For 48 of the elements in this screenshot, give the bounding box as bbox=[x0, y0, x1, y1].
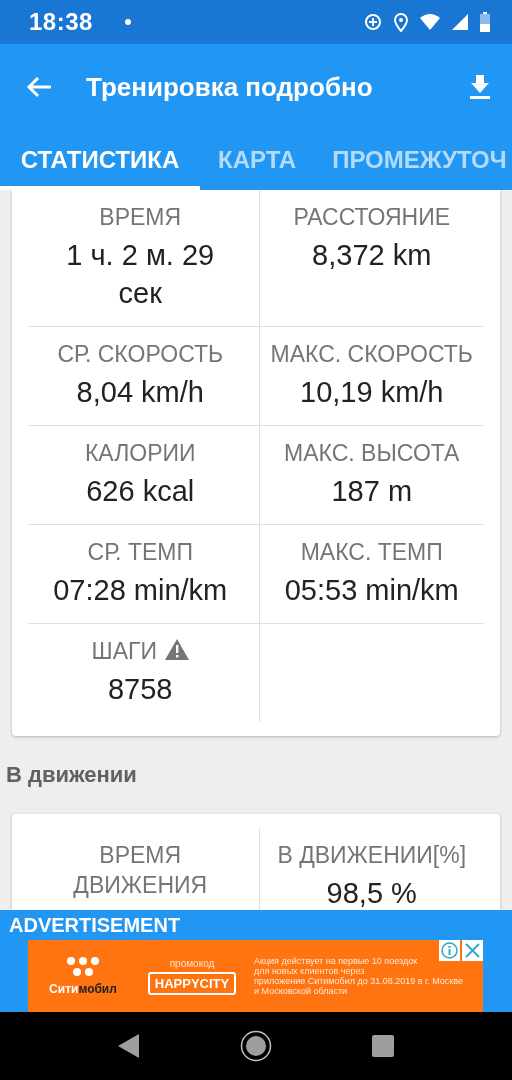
stat-label: МАКС. СКОРОСТЬ bbox=[270, 341, 473, 367]
stat-value: 626 kcal bbox=[85, 474, 196, 509]
ad-text-line: Акция действует на первые 10 поездок bbox=[254, 956, 419, 966]
back-nav-button[interactable] bbox=[118, 1034, 140, 1058]
stat-value: 8758 bbox=[107, 672, 174, 707]
stat-label: ВРЕМЯ ДВИЖЕНИЯ bbox=[73, 842, 208, 898]
stat-label: МАКС. ТЕМП bbox=[300, 539, 443, 565]
brand-logo-text: Ситимобил bbox=[49, 982, 117, 996]
back-button[interactable] bbox=[26, 76, 52, 98]
stat-label: РАССТОЯНИЕ bbox=[293, 204, 451, 230]
signal-icon bbox=[452, 14, 468, 30]
stat-label: КАЛОРИИ bbox=[84, 440, 196, 466]
info-icon[interactable] bbox=[439, 940, 460, 961]
ad-text-line: для новых клиентов через bbox=[254, 966, 366, 976]
ad-banner[interactable]: Ситимобил промокод HAPPYCITY Акция действует на первые 10 поездок для новых клиентов через приложение Ситимобил до 31.08.2019 в г. Москве и Московской области bbox=[28, 940, 483, 1012]
stat-label: СР. СКОРОСТЬ bbox=[57, 341, 224, 367]
stat-label: ШАГИ bbox=[91, 638, 157, 664]
promo-code: HAPPYCITY bbox=[147, 971, 237, 995]
dot-icon bbox=[124, 19, 131, 25]
stat-label: СР. ТЕМП bbox=[87, 539, 193, 565]
stat-label: В ДВИЖЕНИИ[%] bbox=[277, 842, 467, 868]
home-button[interactable] bbox=[240, 1030, 272, 1062]
stat-value: 8,372 km bbox=[311, 238, 433, 273]
wifi-icon bbox=[420, 14, 440, 30]
tab[interactable]: КАРТА bbox=[200, 130, 315, 190]
stat-value: 1 ч. 2 м. 29 сек bbox=[65, 238, 216, 311]
stat-value: 98,5 % bbox=[325, 876, 418, 910]
download-button[interactable] bbox=[470, 75, 490, 99]
stat-value: 05:53 min/km bbox=[283, 573, 460, 608]
close-icon[interactable] bbox=[462, 940, 483, 961]
section-heading: В движении bbox=[6, 761, 138, 789]
stat-value: 187 m bbox=[330, 474, 414, 509]
stat-label: МАКС. ВЫСОТА bbox=[284, 440, 460, 466]
stat-value: 07:28 min/km bbox=[52, 573, 229, 608]
location-pin-icon bbox=[394, 12, 408, 32]
battery-icon bbox=[480, 12, 490, 32]
stat-label: ВРЕМЯ bbox=[99, 204, 182, 230]
advertisement-label: ADVERTISEMENT bbox=[8, 913, 182, 938]
ad-text-line: и Московской области bbox=[254, 986, 349, 996]
screen-title: Тренировка подробно bbox=[86, 71, 374, 103]
promo-label: промокод bbox=[169, 957, 215, 969]
data-saver-icon bbox=[364, 13, 382, 31]
taxi-dots-icon bbox=[65, 956, 101, 978]
stat-value: 8,04 km/h bbox=[75, 375, 205, 410]
tab[interactable]: ПРОМЕЖУТОЧ bbox=[314, 130, 507, 190]
stat-value: 10,19 km/h bbox=[299, 375, 445, 410]
clock-time: 18:38 bbox=[29, 8, 93, 36]
ad-text-line: приложение Ситимобил до 31.08.2019 в г. Москве bbox=[254, 976, 463, 986]
